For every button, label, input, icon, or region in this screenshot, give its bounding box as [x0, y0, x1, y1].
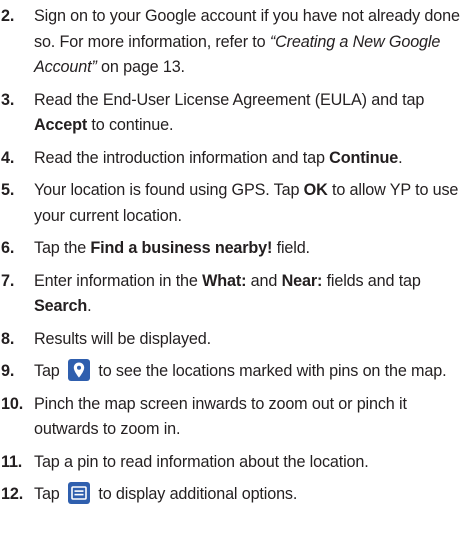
- step-text: Results will be displayed.: [34, 329, 211, 348]
- step-text: and: [246, 271, 282, 290]
- step-text: Tap: [34, 485, 64, 503]
- step-number: 10.: [1, 394, 24, 413]
- ui-term: Accept: [34, 116, 88, 134]
- step-text: to continue.: [87, 116, 174, 134]
- step-number: 3.: [1, 90, 15, 109]
- step-8: 8. Results will be displayed.: [0, 327, 474, 353]
- step-number: 4.: [1, 148, 15, 167]
- step-12: 12. Tap to display additional options.: [0, 482, 474, 508]
- step-number: 11.: [1, 452, 23, 471]
- step-number: 6.: [1, 239, 15, 257]
- ui-term: Search: [34, 297, 88, 315]
- step-text: field.: [272, 239, 310, 257]
- step-number: 12.: [1, 485, 24, 503]
- step-number: 9.: [1, 362, 15, 380]
- map-pin-icon: [68, 359, 90, 381]
- ui-term: What:: [202, 271, 247, 290]
- instruction-list: 2. Sign on to your Google account if you…: [0, 4, 474, 515]
- step-text: Tap a pin to read information about the …: [34, 452, 369, 471]
- step-11: 11. Tap a pin to read information about …: [0, 450, 474, 476]
- step-text: fields and tap: [322, 271, 421, 290]
- step-text: Your location is found using GPS. Tap: [34, 181, 304, 199]
- step-text: Enter information in the: [34, 271, 203, 290]
- step-text: .: [398, 148, 403, 167]
- step-number: 5.: [1, 181, 15, 199]
- ui-term: OK: [303, 181, 328, 199]
- ui-term: Near:: [281, 271, 323, 290]
- step-text: Tap the: [34, 239, 91, 257]
- ui-term: Continue: [329, 148, 399, 167]
- step-9: 9. Tap to see the locations marked with …: [0, 359, 474, 385]
- step-text: Tap: [34, 362, 64, 380]
- step-number: 7.: [1, 271, 15, 290]
- step-number: 2.: [1, 7, 15, 25]
- step-text: Read the End-User License Agreement (EUL…: [34, 90, 425, 109]
- step-text: on page 13.: [96, 58, 185, 76]
- step-10: 10. Pinch the map screen inwards to zoom…: [0, 392, 474, 443]
- menu-icon: [68, 482, 90, 504]
- step-text: to display additional options.: [94, 485, 298, 503]
- step-number: 8.: [1, 329, 15, 348]
- step-4: 4. Read the introduction information and…: [0, 146, 474, 172]
- step-text: Read the introduction information and ta…: [34, 148, 330, 167]
- step-text: to see the locations marked with pins on…: [94, 362, 447, 380]
- step-text: Pinch the map screen inwards to zoom out…: [34, 394, 407, 439]
- ui-term: Find a business nearby!: [90, 239, 273, 257]
- step-3: 3. Read the End-User License Agreement (…: [0, 88, 474, 139]
- step-text: .: [87, 297, 92, 315]
- step-7: 7. Enter information in the What: and Ne…: [0, 269, 474, 320]
- step-6: 6. Tap the Find a business nearby! field…: [0, 236, 474, 262]
- step-2: 2. Sign on to your Google account if you…: [0, 4, 474, 81]
- step-5: 5. Your location is found using GPS. Tap…: [0, 178, 474, 229]
